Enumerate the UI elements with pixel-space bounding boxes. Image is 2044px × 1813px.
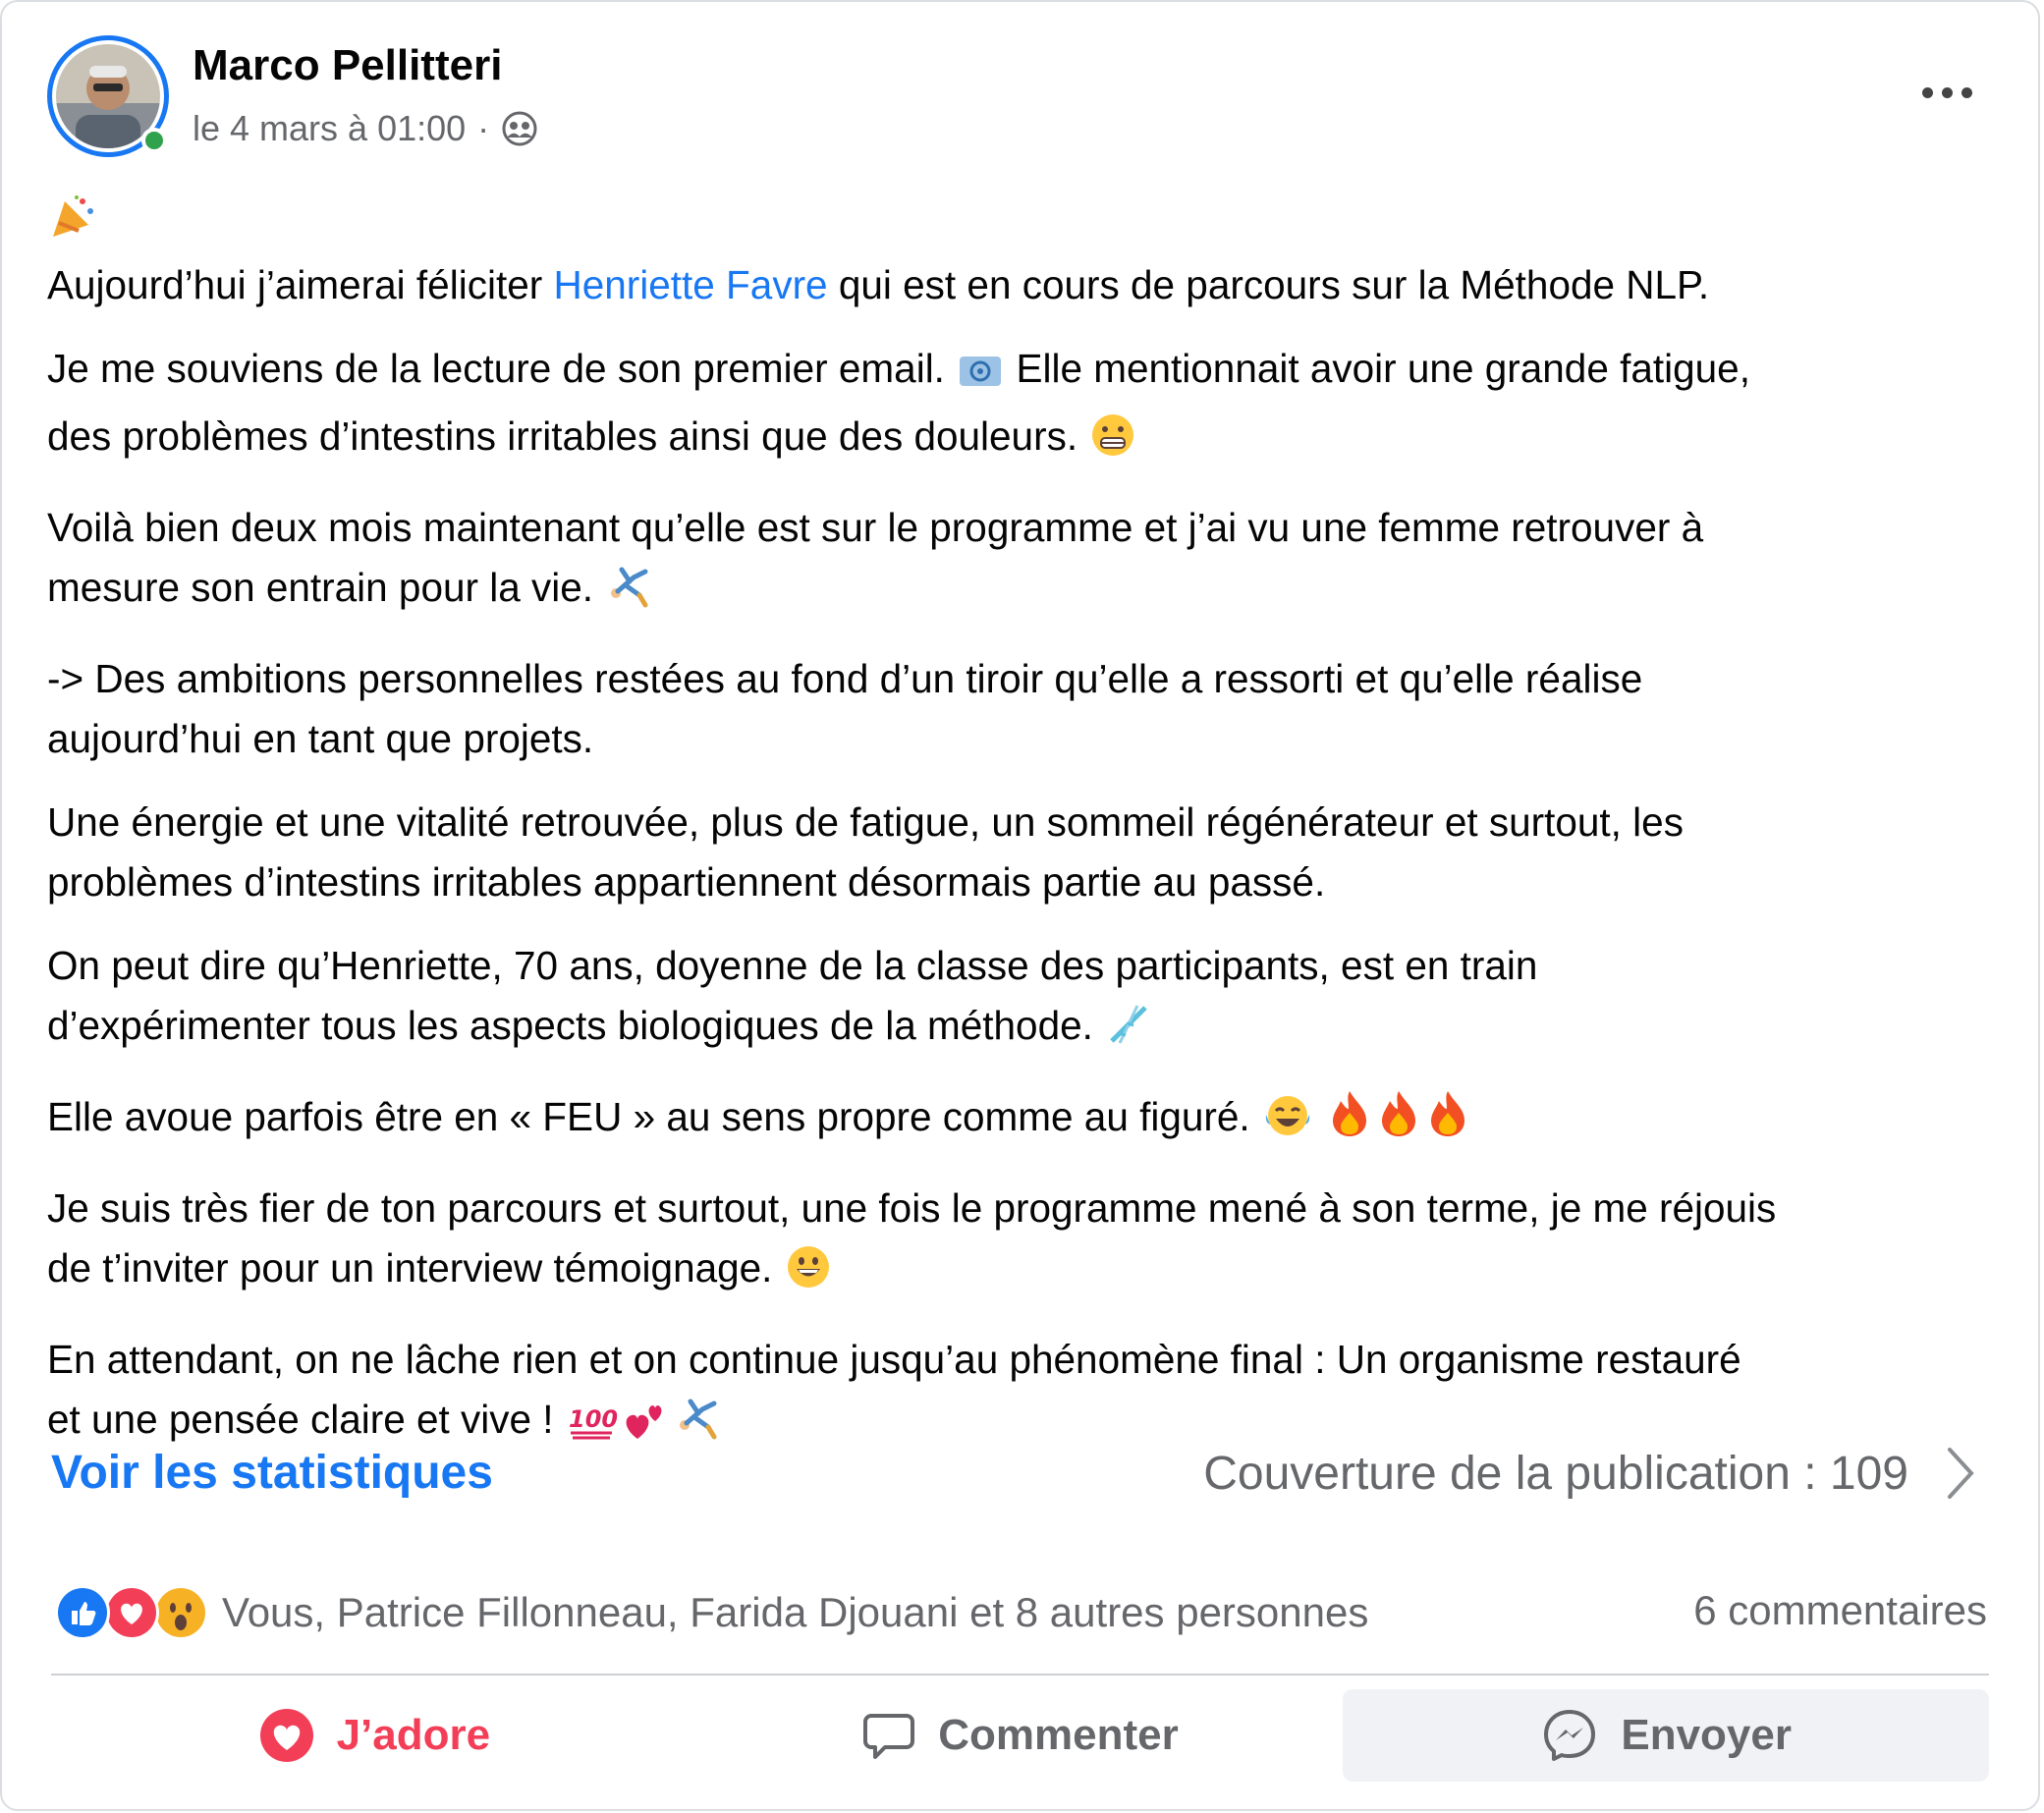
fire-icon bbox=[1327, 1089, 1372, 1155]
like-reaction-icon bbox=[55, 1585, 110, 1640]
body-text: et une pensée claire et vive ! bbox=[47, 1397, 554, 1442]
more-dot-icon bbox=[1961, 86, 1972, 98]
body-text: Voilà bien deux mois maintenant qu’elle … bbox=[47, 505, 1704, 550]
love-button-label: J’adore bbox=[336, 1711, 491, 1759]
body-text: des problèmes d’intestins irritables ain… bbox=[47, 413, 1078, 459]
body-text: d’expérimenter tous les aspects biologiq… bbox=[47, 1003, 1093, 1048]
svg-text:100: 100 bbox=[569, 1405, 618, 1433]
body-text: Une énergie et une vitalité retrouvée, p… bbox=[47, 799, 1684, 845]
author-name[interactable]: Marco Pellitteri bbox=[193, 41, 502, 90]
reactions-names: Vous, Patrice Fillonneau, Farida Djouani… bbox=[222, 1589, 1369, 1635]
messenger-icon bbox=[1544, 1710, 1596, 1761]
comments-count-link[interactable]: 6 commentaires bbox=[1693, 1587, 1987, 1634]
body-text: Elle avoue parfois être en « FEU » au se… bbox=[47, 1094, 1250, 1139]
love-icon bbox=[259, 1709, 313, 1762]
body-text: de t’inviter pour un interview témoignag… bbox=[47, 1245, 773, 1291]
divider bbox=[51, 1674, 1989, 1676]
post-timestamp[interactable]: le 4 mars à 01:00 bbox=[193, 108, 466, 149]
two-hearts-icon bbox=[622, 1396, 671, 1457]
reach-text: Couverture de la publication : 109 bbox=[1203, 1447, 1908, 1500]
email-icon bbox=[958, 347, 1003, 407]
grinning-face-icon bbox=[786, 1244, 831, 1306]
love-reaction-icon bbox=[104, 1585, 159, 1640]
cartwheel-icon bbox=[675, 1396, 720, 1457]
body-text: Elle mentionnait avoir une grande fatigu… bbox=[1005, 346, 1750, 391]
online-status-dot bbox=[141, 128, 167, 153]
comment-button-label: Commenter bbox=[938, 1711, 1179, 1759]
body-text: En attendant, on ne lâche rien et on con… bbox=[47, 1337, 1741, 1382]
send-button[interactable]: Envoyer bbox=[1343, 1689, 1990, 1782]
hundred-points-icon: 100 bbox=[567, 1396, 618, 1457]
mention-link[interactable]: Henriette Favre bbox=[553, 262, 827, 307]
body-text: Je me souviens de la lecture de son prem… bbox=[47, 346, 957, 391]
grimacing-face-icon bbox=[1090, 412, 1135, 474]
cartwheel-icon bbox=[606, 564, 651, 626]
action-bar: J’adore Commenter Envoyer bbox=[51, 1689, 1990, 1782]
body-text: mesure son entrain pour la vie. bbox=[47, 565, 594, 610]
more-dot-icon bbox=[1921, 86, 1933, 98]
meta-separator: · bbox=[477, 108, 490, 148]
fire-icon bbox=[1376, 1089, 1421, 1155]
dna-icon bbox=[1106, 1002, 1151, 1064]
friends-icon[interactable] bbox=[501, 110, 538, 147]
more-dot-icon bbox=[1941, 86, 1953, 98]
wow-reaction-icon bbox=[153, 1585, 208, 1640]
post-body: Aujourd’hui j’aimerai féliciter Henriett… bbox=[47, 191, 2002, 1481]
body-text: Aujourd’hui j’aimerai féliciter bbox=[47, 262, 554, 307]
view-statistics-link[interactable]: Voir les statistiques bbox=[51, 1446, 493, 1500]
body-text: Je suis très fier de ton parcours et sur… bbox=[47, 1185, 1777, 1231]
post-card: Marco Pellitteri le 4 mars à 01:00 · Auj… bbox=[0, 0, 2040, 1811]
tears-of-joy-icon bbox=[1263, 1093, 1312, 1155]
fire-icon bbox=[1425, 1089, 1470, 1155]
comment-button[interactable]: Commenter bbox=[697, 1689, 1344, 1782]
more-options-button[interactable] bbox=[1912, 71, 1981, 114]
reactions-summary[interactable]: Vous, Patrice Fillonneau, Farida Djouani… bbox=[55, 1585, 1368, 1640]
send-button-label: Envoyer bbox=[1621, 1711, 1792, 1759]
body-text: On peut dire qu’Henriette, 70 ans, doyen… bbox=[47, 943, 1538, 988]
body-text: aujourd’hui en tant que projets. bbox=[47, 716, 594, 761]
love-button[interactable]: J’adore bbox=[51, 1689, 697, 1782]
post-meta: le 4 mars à 01:00 · bbox=[193, 108, 538, 149]
chevron-right-icon bbox=[1948, 1448, 1974, 1499]
party-popper-icon bbox=[49, 193, 96, 255]
comment-icon bbox=[863, 1714, 915, 1759]
author-avatar[interactable] bbox=[47, 35, 169, 157]
body-text: -> Des ambitions personnelles restées au… bbox=[47, 656, 1643, 701]
body-text: problèmes d’intestins irritables apparti… bbox=[47, 859, 1326, 905]
body-text: qui est en cours de parcours sur la Méth… bbox=[827, 262, 1710, 307]
post-reach[interactable]: Couverture de la publication : 109 bbox=[1203, 1446, 1977, 1501]
